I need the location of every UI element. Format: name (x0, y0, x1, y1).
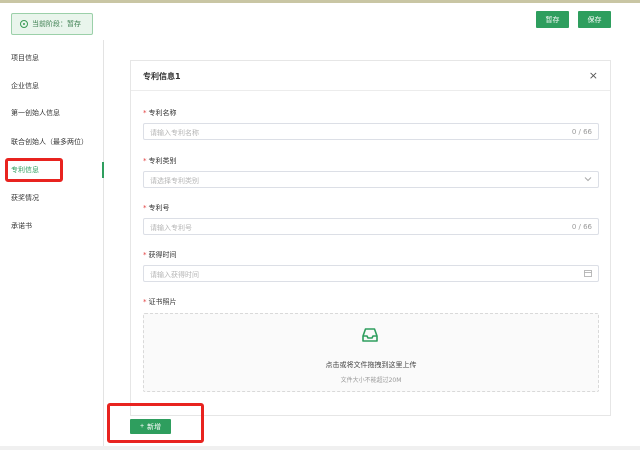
patent-name-input[interactable]: 请输入专利名称 0 / 66 (143, 123, 599, 140)
sidebar-item-project-info[interactable]: 项目信息 (11, 52, 39, 64)
obtained-date-label: * 获得时间 (143, 251, 177, 259)
required-marker: * (143, 204, 147, 212)
patent-name-placeholder: 请输入专利名称 (150, 129, 199, 137)
sidebar-item-commitment[interactable]: 承诺书 (11, 220, 32, 232)
save-button[interactable]: 保存 (578, 11, 611, 28)
chevron-down-icon (584, 175, 592, 185)
obtained-date-picker[interactable]: 请输入获得时间 (143, 265, 599, 282)
required-marker: * (143, 109, 147, 117)
required-marker: * (143, 298, 147, 306)
patent-category-select[interactable]: 请选择专利类别 (143, 171, 599, 188)
bottom-border (0, 446, 640, 450)
sidebar-item-first-founder[interactable]: 第一创始人信息 (11, 107, 60, 119)
inbox-upload-icon (362, 328, 378, 342)
patent-number-label: * 专利号 (143, 204, 170, 212)
add-patent-label: 新增 (147, 423, 162, 431)
patent-category-placeholder: 请选择专利类别 (150, 177, 199, 185)
card-header: 专利信息1 × (131, 61, 610, 91)
sidebar-item-company-info[interactable]: 企业信息 (11, 80, 39, 92)
close-icon[interactable]: × (589, 69, 598, 82)
sidebar-item-co-founders[interactable]: 联合创始人（最多两位） (11, 136, 88, 148)
plus-icon: + (139, 423, 145, 430)
certificate-photo-label: * 证书照片 (143, 298, 177, 306)
sidebar-active-indicator (102, 162, 104, 178)
stage-status-badge: 当前阶段：暂存 (11, 13, 93, 35)
sidebar: 项目信息 企业信息 第一创始人信息 联合创始人（最多两位） 专利信息 获奖情况 … (0, 40, 104, 450)
required-marker: * (143, 157, 147, 165)
upload-hint: 点击或将文件拖拽到这里上传 (325, 361, 417, 369)
save-draft-button[interactable]: 暂存 (536, 11, 569, 28)
add-patent-button[interactable]: + 新增 (130, 419, 171, 434)
card-title: 专利信息1 (143, 72, 181, 81)
stage-status-label: 当前阶段：暂存 (32, 20, 81, 28)
top-accent-line (0, 0, 640, 3)
patent-card: 专利信息1 × * 专利名称 请输入专利名称 0 / 66 * 专利类别 请选择专利… (130, 60, 611, 416)
status-dot-icon (20, 20, 28, 28)
calendar-icon (584, 269, 592, 279)
patent-category-label: * 专利类别 (143, 157, 177, 165)
certificate-upload-dropzone[interactable]: 点击或将文件拖拽到这里上传 文件大小不能超过20M (143, 313, 599, 392)
patent-name-char-count: 0 / 66 (571, 128, 592, 136)
patent-name-label: * 专利名称 (143, 109, 177, 117)
patent-number-placeholder: 请输入专利号 (150, 224, 192, 232)
upload-size-limit: 文件大小不能超过20M (340, 377, 402, 384)
required-marker: * (143, 251, 147, 259)
sidebar-item-awards[interactable]: 获奖情况 (11, 192, 39, 204)
patent-number-input[interactable]: 请输入专利号 0 / 66 (143, 218, 599, 235)
sidebar-item-patent-info[interactable]: 专利信息 (11, 164, 39, 176)
patent-number-char-count: 0 / 66 (571, 223, 592, 231)
obtained-date-placeholder: 请输入获得时间 (150, 271, 199, 279)
